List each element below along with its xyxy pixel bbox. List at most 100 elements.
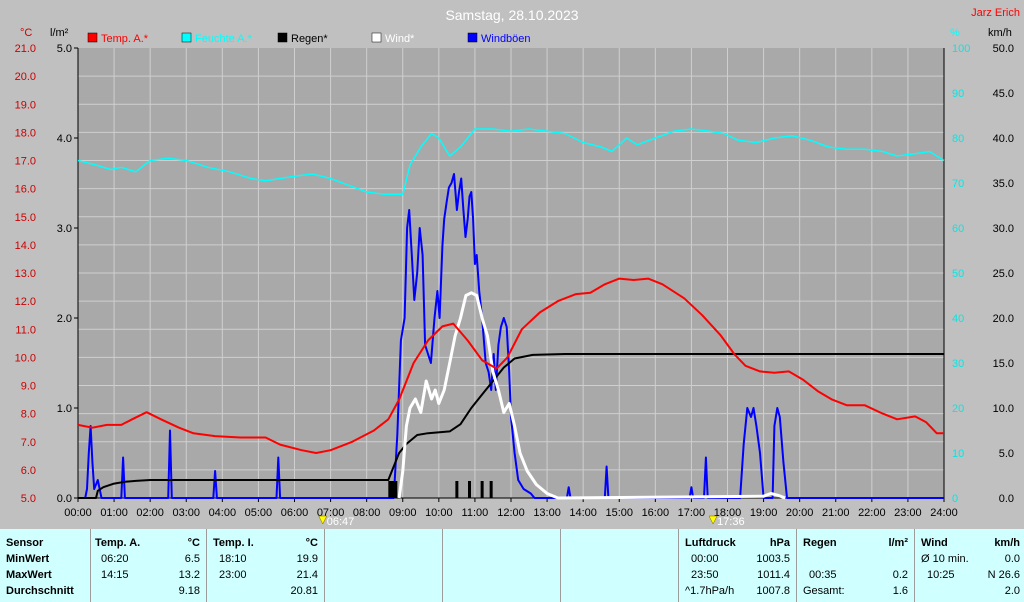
temp-i-column: Temp. I. °C 18:10 19.9 23:00 21.4 20.81 (206, 529, 324, 602)
wind-tick-label: 0.0 (999, 493, 1014, 505)
empty-column-1 (324, 529, 442, 602)
humidity-tick-label: 0 (952, 493, 958, 505)
x-tick-label: 02:00 (136, 507, 164, 519)
temp-i-max-value: 21.4 (296, 569, 318, 581)
pressure-min-time: 00:00 (691, 553, 719, 565)
wind-axis-unit: km/h (988, 27, 1012, 39)
temp-tick-label: 14.0 (15, 240, 36, 252)
humidity-axis-unit: % (950, 27, 960, 39)
pressure-trend: ^1.7hPa/h (685, 585, 735, 597)
wind-tick-label: 45.0 (993, 88, 1014, 100)
pressure-header: Luftdruck (685, 537, 736, 549)
pressure-column: Luftdruck hPa 00:00 1003.5 23:50 1011.4 … (678, 529, 796, 602)
x-tick-label: 09:00 (389, 507, 417, 519)
rain-bar (468, 481, 472, 498)
legend-swatch (371, 32, 382, 43)
rain-total-label: Gesamt: (803, 585, 845, 597)
legend: Temp. A.* Feuchte A.* Regen* Wind* Windböen (87, 32, 531, 45)
x-tick-label: 01:00 (100, 507, 128, 519)
legend-label: Temp. A.* (101, 33, 149, 45)
humidity-tick-label: 70 (952, 178, 964, 190)
rain-max-value: 0.2 (892, 569, 908, 581)
temp-i-header: Temp. I. (213, 537, 254, 549)
rain-total-value: 1.6 (892, 585, 908, 597)
x-tick-label: 19:00 (750, 507, 778, 519)
wind-min-label: Ø 10 min. (921, 553, 969, 565)
humidity-tick-label: 40 (952, 313, 964, 325)
temp-tick-label: 21.0 (15, 43, 36, 55)
sunrise-label: 06:47 (327, 516, 355, 528)
pressure-max-value: 1011.4 (757, 569, 790, 581)
wind-max-time: 10:25 (927, 569, 955, 581)
x-tick-label: 15:00 (605, 507, 633, 519)
pressure-avg: 1007.8 (756, 585, 790, 597)
x-tick-label: 24:00 (930, 507, 958, 519)
wind-unit: km/h (994, 537, 1020, 549)
temp-tick-label: 20.0 (15, 71, 36, 83)
rain-tick-label: 0.0 (57, 493, 72, 505)
wind-tick-label: 50.0 (993, 43, 1014, 55)
empty-column-2 (442, 529, 560, 602)
wind-tick-label: 25.0 (993, 268, 1014, 280)
temp-tick-label: 10.0 (15, 352, 36, 364)
x-tick-label: 06:00 (281, 507, 309, 519)
temp-tick-label: 16.0 (15, 184, 36, 196)
wind-avg: 2.0 (1004, 585, 1020, 597)
rain-column: Regen l/m² 00:35 0.2 Gesamt: 1.6 (796, 529, 914, 602)
humidity-tick-label: 60 (952, 223, 964, 235)
humidity-tick-label: 30 (952, 358, 964, 370)
humidity-tick-label: 10 (952, 448, 964, 460)
wind-tick-label: 5.0 (999, 448, 1014, 460)
x-tick-label: 20:00 (786, 507, 814, 519)
sunrise-icon (318, 515, 328, 525)
humidity-tick-label: 100 (952, 43, 970, 55)
chart-author: Jarz Erich (971, 7, 1020, 19)
temp-tick-label: 18.0 (15, 127, 36, 139)
x-tick-label: 04:00 (209, 507, 237, 519)
chart-title: Samstag, 28.10.2023 (445, 7, 578, 23)
wind-max-value: N 26.6 (987, 569, 1020, 581)
legend-swatch (277, 32, 288, 43)
pressure-min-value: 1003.5 (756, 553, 790, 565)
wind-tick-label: 10.0 (993, 403, 1014, 415)
legend-swatch (467, 32, 478, 43)
rain-tick-label: 2.0 (57, 313, 72, 325)
rain-bar (480, 481, 484, 498)
empty-column-3 (560, 529, 678, 602)
sunset-icon (708, 515, 718, 525)
temp-a-max-value: 13.2 (178, 569, 200, 581)
rain-bar (388, 481, 398, 498)
temp-tick-label: 12.0 (15, 296, 36, 308)
legend-label: Wind* (385, 33, 415, 45)
wind-tick-label: 35.0 (993, 178, 1014, 190)
temp-tick-label: 17.0 (15, 156, 36, 168)
temp-a-column: Temp. A. °C 06:20 6.5 14:15 13.2 9.18 (90, 529, 206, 602)
x-tick-label: 14:00 (569, 507, 597, 519)
temp-a-header: Temp. A. (95, 537, 141, 549)
avg-row-label: Durchschnitt (6, 585, 74, 597)
temp-tick-label: 9.0 (21, 381, 36, 393)
wind-tick-label: 20.0 (993, 313, 1014, 325)
x-tick-label: 11:00 (462, 507, 489, 519)
temp-tick-label: 19.0 (15, 99, 36, 111)
humidity-tick-label: 20 (952, 403, 964, 415)
wind-tick-label: 40.0 (993, 133, 1014, 145)
rain-tick-label: 5.0 (57, 43, 72, 55)
x-tick-label: 03:00 (172, 507, 200, 519)
x-tick-label: 05:00 (245, 507, 273, 519)
temp-tick-label: 13.0 (15, 268, 36, 280)
wind-tick-label: 15.0 (993, 358, 1014, 370)
x-tick-label: 10:00 (425, 507, 453, 519)
temp-a-min-time: 06:20 (101, 553, 129, 565)
legend-label: Regen* (291, 33, 328, 45)
humidity-tick-label: 80 (952, 133, 964, 145)
x-tick-label: 13:00 (533, 507, 561, 519)
temp-i-min-time: 18:10 (219, 553, 247, 565)
temp-tick-label: 6.0 (21, 465, 36, 477)
sunset-label: 17:36 (717, 516, 745, 528)
max-row-label: MaxWert (6, 569, 52, 581)
x-tick-label: 23:00 (894, 507, 922, 519)
x-tick-label: 08:00 (353, 507, 381, 519)
temp-axis-unit: °C (20, 27, 32, 39)
x-tick-label: 00:00 (64, 507, 92, 519)
